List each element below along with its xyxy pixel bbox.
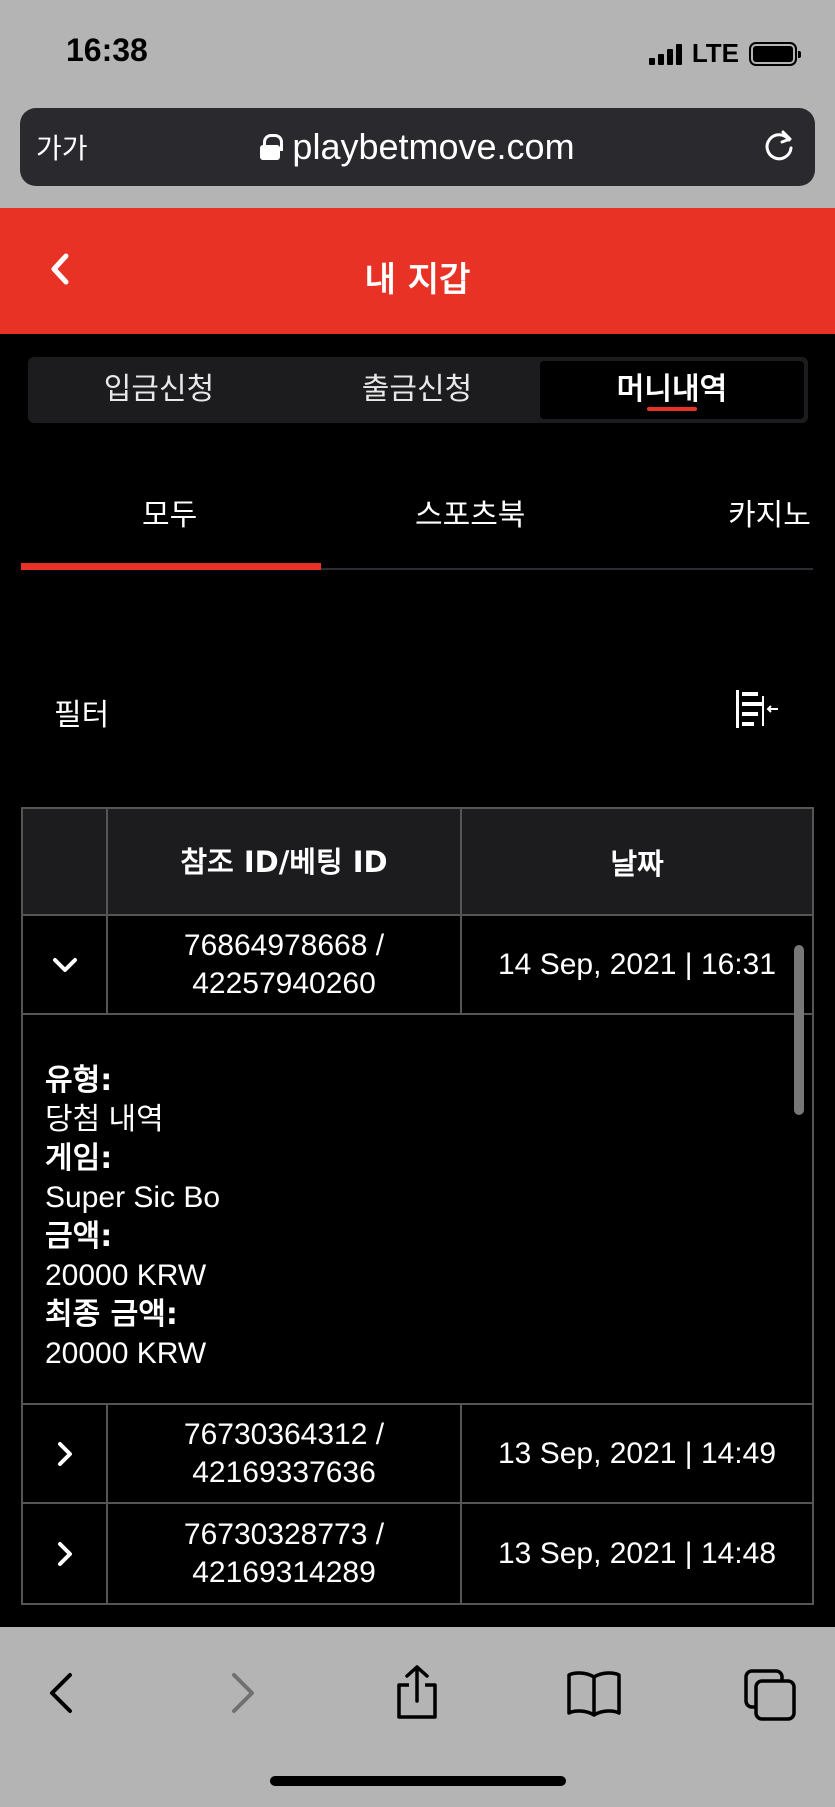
category-tabs: 모두 스포츠북 카지노 [0,460,835,570]
tabs-icon[interactable] [740,1663,800,1723]
tab-deposit[interactable]: 입금신청 [32,361,286,419]
browser-forward-icon[interactable] [212,1663,272,1723]
tab-money-history[interactable]: 머니내역 [540,361,804,419]
ref-id: 76730364312 / [183,1417,385,1451]
tab-money-history-label: 머니내역 [616,372,728,407]
active-tab-indicator [647,407,697,411]
table-row[interactable]: 76864978668 / 42257940260 14 Sep, 2021 | … [23,916,812,1015]
app-header: 내 지갑 [0,208,835,334]
status-indicators: LTE [648,38,801,69]
status-bar: 16:38 LTE [0,0,835,104]
tab-withdraw[interactable]: 출금신청 [290,361,544,419]
amount-value: 20000 KRW [45,1259,207,1292]
browser-back-icon[interactable] [32,1663,92,1723]
game-value: Super Sic Bo [45,1181,221,1214]
row-date: 14 Sep, 2021 | 16:31 [497,947,777,981]
filter-label[interactable]: 필터 [54,690,109,734]
subtab-casino[interactable]: 카지노 [728,490,811,534]
share-icon[interactable] [387,1663,447,1723]
row-date: 13 Sep, 2021 | 14:48 [497,1536,777,1570]
url-text: playbetmove.com [292,126,575,167]
battery-icon [749,41,801,66]
status-time: 16:38 [66,32,148,68]
type-value: 당첨 내역 [45,1103,164,1136]
type-label: 유형: [45,1063,113,1098]
header-ref-id: 참조 ID/베팅 ID [108,809,462,914]
subtab-sportsbook[interactable]: 스포츠북 [415,490,525,534]
ref-id: 76864978668 / [183,928,385,962]
bet-id: 42169337636 [192,1455,376,1489]
bet-id: 42169314289 [192,1555,376,1589]
subtab-all[interactable]: 모두 [142,490,197,534]
amount-label: 금액: [45,1219,113,1254]
expand-toggle[interactable] [23,1504,108,1603]
bookmarks-icon[interactable] [564,1663,624,1723]
row-detail-panel: 유형: 당첨 내역 게임: Super Sic Bo 금액: 20000 KRW… [23,1015,812,1405]
money-history-table: 참조 ID/베팅 ID 날짜 76864978668 / 42257940260 … [21,807,814,1605]
network-type: LTE [691,38,739,68]
collapse-toggle[interactable] [23,916,108,1013]
header-expand-col [23,809,108,914]
lock-icon [260,134,284,160]
signal-icon [648,43,682,65]
final-amount-label: 최종 금액: [45,1297,178,1332]
ref-bet-id: 76730328773 / 42169314289 [108,1504,462,1603]
home-indicator [270,1776,566,1786]
active-subtab-indicator [21,563,321,570]
page-title: 내 지갑 [364,260,471,300]
ref-bet-id: 76730364312 / 42169337636 [108,1405,462,1502]
chevron-right-icon [57,1541,72,1566]
table-row[interactable]: 76730328773 / 42169314289 13 Sep, 2021 | … [23,1504,812,1603]
browser-address-area: 가가 playbetmove.com [0,104,835,208]
bet-id: 42257940260 [192,966,376,1000]
reload-icon[interactable] [761,128,797,164]
url-display[interactable]: playbetmove.com [20,126,815,168]
ref-id: 76730328773 / [183,1517,385,1551]
expand-toggle[interactable] [23,1405,108,1502]
chevron-right-icon [57,1441,72,1466]
ref-bet-id: 76864978668 / 42257940260 [108,916,462,1013]
table-row[interactable]: 76730364312 / 42169337636 13 Sep, 2021 | … [23,1405,812,1504]
wallet-tabs: 입금신청 출금신청 머니내역 [28,357,808,423]
filter-icon[interactable] [734,688,780,730]
scrollbar[interactable] [794,945,804,1115]
row-date: 13 Sep, 2021 | 14:49 [497,1436,777,1470]
address-bar[interactable]: 가가 playbetmove.com [20,108,815,186]
final-amount-value: 20000 KRW [45,1337,207,1370]
table-header: 참조 ID/베팅 ID 날짜 [23,809,812,916]
game-label: 게임: [45,1141,113,1176]
header-date: 날짜 [610,846,664,881]
chevron-down-icon [52,957,77,972]
